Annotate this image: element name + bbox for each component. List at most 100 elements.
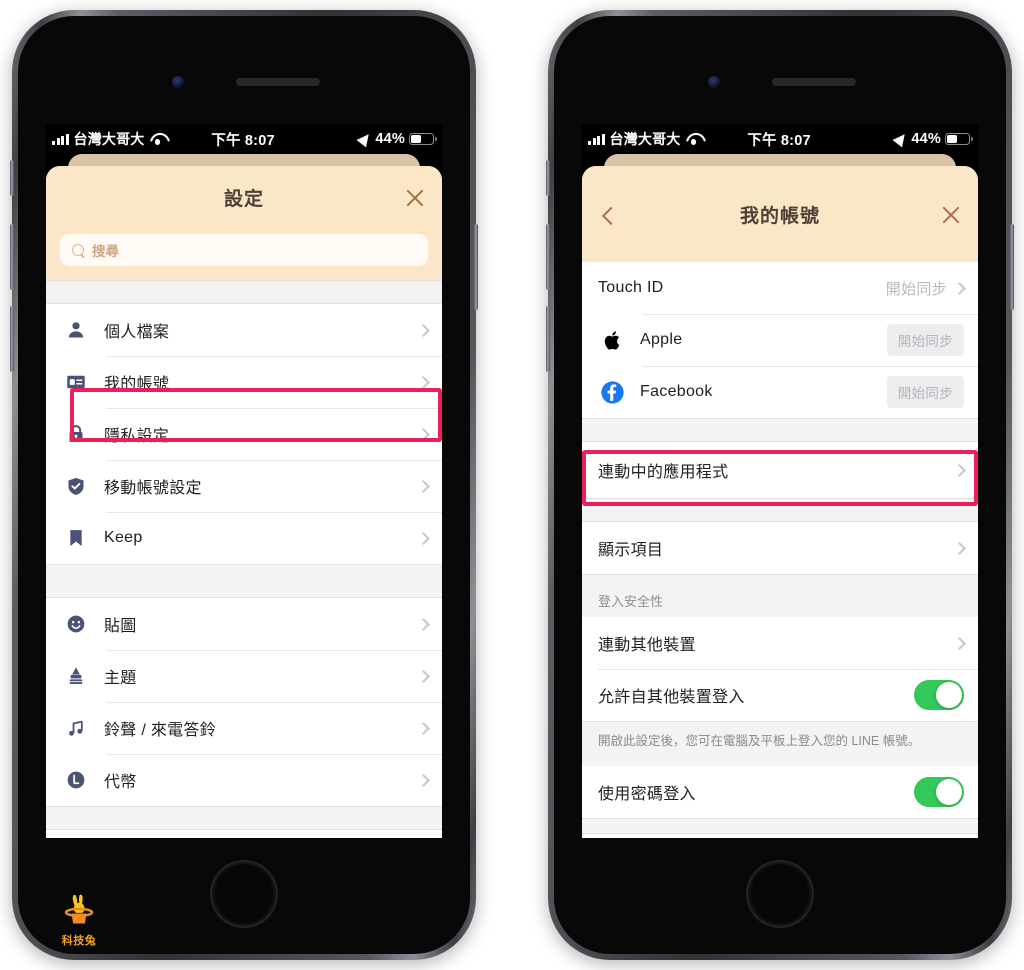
row-value: 開始同步 bbox=[885, 280, 947, 298]
row-facebook[interactable]: Facebook 開始同步 bbox=[582, 366, 978, 418]
bookmark-icon bbox=[62, 528, 90, 548]
rabbit-in-hat-icon bbox=[64, 894, 94, 924]
sidebar-item-transfer-account[interactable]: 移動帳號設定 bbox=[46, 460, 442, 512]
mute-switch[interactable] bbox=[10, 160, 14, 196]
display-items-group: 顯示項目 bbox=[582, 522, 978, 574]
search-input[interactable]: 搜尋 bbox=[60, 234, 428, 266]
sidebar-item-my-account[interactable]: 我的帳號 bbox=[46, 356, 442, 408]
sync-button-facebook[interactable]: 開始同步 bbox=[886, 376, 964, 408]
sidebar-item-label: 個人檔案 bbox=[104, 324, 170, 341]
wifi-icon bbox=[686, 133, 702, 145]
row-label: 連動其他裝置 bbox=[598, 637, 696, 654]
section-gap bbox=[582, 418, 978, 442]
row-allow-login-other-devices[interactable]: 允許自其他裝置登入 bbox=[582, 669, 978, 721]
cellular-bars-icon bbox=[588, 133, 605, 145]
front-camera-icon bbox=[172, 76, 184, 88]
sync-button-apple[interactable]: 開始同步 bbox=[886, 324, 964, 356]
chevron-right-icon bbox=[417, 479, 430, 493]
sidebar-item-label: 鈴聲 / 來電答鈴 bbox=[104, 722, 217, 739]
battery-percent-label: 44% bbox=[375, 131, 406, 147]
chevron-right-icon bbox=[417, 773, 430, 787]
chevron-right-icon bbox=[417, 427, 430, 441]
chevron-right-icon bbox=[417, 617, 430, 631]
power-button[interactable] bbox=[474, 224, 478, 310]
earpiece-speaker bbox=[236, 78, 320, 86]
left-phone-screen: 台灣大哥大 下午 8:07 44% 設定 搜尋 個人檔案 我的帳號 隱私設定 移… bbox=[46, 124, 442, 838]
back-chevron-icon[interactable] bbox=[601, 206, 621, 226]
battery-icon bbox=[409, 133, 438, 145]
front-camera-icon bbox=[708, 76, 720, 88]
row-label: Touch ID bbox=[598, 279, 664, 296]
close-icon[interactable] bbox=[940, 203, 962, 225]
chevron-right-icon bbox=[953, 281, 966, 295]
music-note-icon bbox=[62, 718, 90, 738]
status-bar: 台灣大哥大 下午 8:07 44% bbox=[582, 124, 978, 154]
security-group: 連動其他裝置 允許自其他裝置登入 bbox=[582, 617, 978, 721]
volume-down-button[interactable] bbox=[546, 306, 550, 372]
left-phone-device: 台灣大哥大 下午 8:07 44% 設定 搜尋 個人檔案 我的帳號 隱私設定 移… bbox=[10, 10, 478, 960]
sidebar-item-label: 我的帳號 bbox=[104, 376, 170, 393]
home-button[interactable] bbox=[210, 860, 278, 928]
chevron-right-icon bbox=[417, 323, 430, 337]
volume-up-button[interactable] bbox=[10, 224, 14, 290]
sidebar-item-label: 移動帳號設定 bbox=[104, 480, 202, 497]
clock-label: 下午 8:07 bbox=[747, 132, 811, 149]
sidebar-item-ringtone[interactable]: 鈴聲 / 來電答鈴 bbox=[46, 702, 442, 754]
row-touch-id[interactable]: Touch ID 開始同步 bbox=[582, 262, 978, 314]
row-linked-apps[interactable]: 連動中的應用程式 bbox=[582, 442, 978, 498]
sidebar-item-label: 主題 bbox=[104, 670, 137, 687]
settings-sheet: 設定 搜尋 個人檔案 我的帳號 隱私設定 移動帳號設定 Keep 貼圖 主題 鈴… bbox=[46, 166, 442, 838]
coin-l-icon bbox=[62, 770, 90, 790]
left-phone-bezel: 台灣大哥大 下午 8:07 44% 設定 搜尋 個人檔案 我的帳號 隱私設定 移… bbox=[18, 16, 470, 954]
chevron-right-icon bbox=[953, 463, 966, 477]
sidebar-item-profile[interactable]: 個人檔案 bbox=[46, 304, 442, 356]
clock-label: 下午 8:07 bbox=[211, 132, 275, 149]
toggle-login-with-password[interactable] bbox=[914, 777, 964, 808]
sidebar-item-privacy[interactable]: 隱私設定 bbox=[46, 408, 442, 460]
row-link-other-devices[interactable]: 連動其他裝置 bbox=[582, 617, 978, 669]
power-button[interactable] bbox=[1010, 224, 1014, 310]
close-icon[interactable] bbox=[404, 186, 426, 208]
smiley-icon bbox=[62, 614, 90, 634]
settings-group-one: 個人檔案 我的帳號 隱私設定 移動帳號設定 Keep bbox=[46, 304, 442, 564]
battery-percent-label: 44% bbox=[911, 131, 942, 147]
row-login-with-password[interactable]: 使用密碼登入 bbox=[582, 766, 978, 819]
settings-group-two: 貼圖 主題 鈴聲 / 來電答鈴 代幣 bbox=[46, 598, 442, 806]
page-title: 設定 bbox=[223, 188, 264, 210]
row-display-items[interactable]: 顯示項目 bbox=[582, 522, 978, 574]
sidebar-item-label: 隱私設定 bbox=[104, 428, 170, 445]
sidebar-item-themes[interactable]: 主題 bbox=[46, 650, 442, 702]
sidebar-item-keep[interactable]: Keep bbox=[46, 512, 442, 564]
row-apple[interactable]: Apple 開始同步 bbox=[582, 314, 978, 366]
settings-header: 設定 bbox=[46, 166, 442, 228]
home-button[interactable] bbox=[746, 860, 814, 928]
location-arrow-icon bbox=[892, 130, 910, 148]
section-gap bbox=[46, 280, 442, 304]
row-label: Facebook bbox=[640, 383, 713, 400]
carrier-label: 台灣大哥大 bbox=[609, 131, 681, 147]
chevron-right-icon bbox=[417, 721, 430, 735]
sidebar-item-coins[interactable]: 代幣 bbox=[46, 754, 442, 806]
toggle-allow-login-other-devices[interactable] bbox=[914, 680, 964, 710]
person-icon bbox=[62, 320, 90, 340]
my-account-sheet: 我的帳號 Touch ID 開始同步 Apple 開始同步 Facebook 開… bbox=[582, 166, 978, 838]
sidebar-item-label: 代幣 bbox=[104, 774, 137, 791]
mute-switch[interactable] bbox=[546, 160, 550, 196]
sidebar-item-stickers[interactable]: 貼圖 bbox=[46, 598, 442, 650]
chevron-right-icon bbox=[953, 541, 966, 555]
volume-up-button[interactable] bbox=[546, 224, 550, 290]
earpiece-speaker bbox=[772, 78, 856, 86]
section-gap bbox=[46, 564, 442, 598]
lock-icon bbox=[62, 424, 90, 444]
chevron-right-icon bbox=[417, 669, 430, 683]
volume-down-button[interactable] bbox=[10, 306, 14, 372]
sidebar-item-label: 貼圖 bbox=[104, 618, 137, 635]
security-footnote: 開啟此設定後，您可在電腦及平板上登入您的 LINE 帳號。 bbox=[582, 721, 978, 767]
watermark: 科技兔 bbox=[56, 884, 102, 948]
search-placeholder: 搜尋 bbox=[92, 244, 119, 259]
chevron-right-icon bbox=[417, 531, 430, 545]
my-account-header: 我的帳號 bbox=[582, 166, 978, 262]
page-title: 我的帳號 bbox=[739, 205, 820, 227]
right-phone-screen: 台灣大哥大 下午 8:07 44% 我的帳號 Touch ID 開始同步 App… bbox=[582, 124, 978, 838]
right-phone-bezel: 台灣大哥大 下午 8:07 44% 我的帳號 Touch ID 開始同步 App… bbox=[554, 16, 1006, 954]
